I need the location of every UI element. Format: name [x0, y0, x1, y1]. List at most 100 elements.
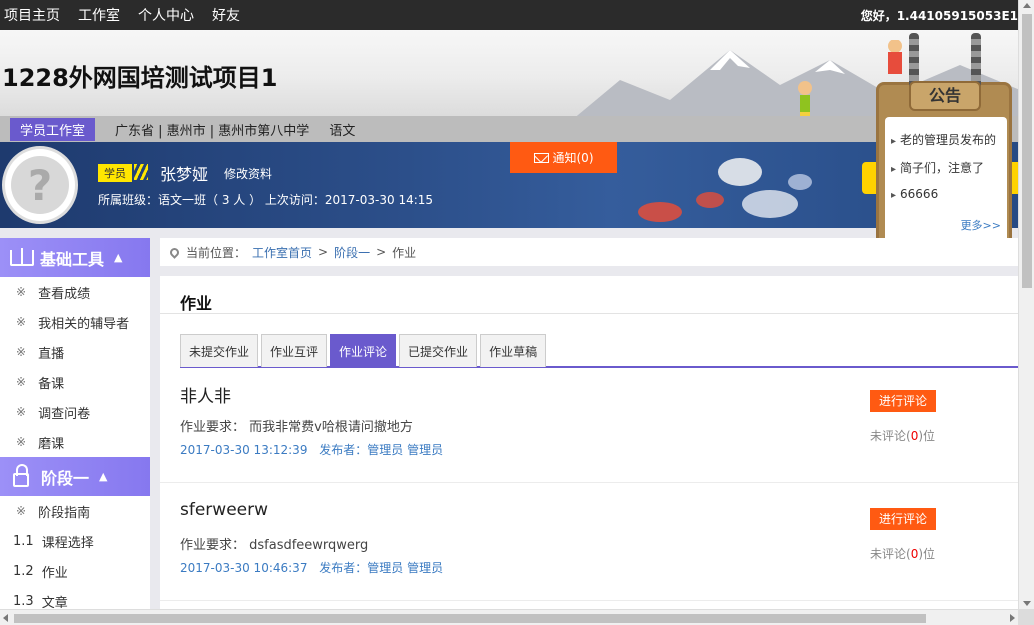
review-button[interactable]: 进行评论 — [870, 508, 937, 530]
question-mark-icon: ? — [11, 156, 69, 214]
scroll-right-arrow-icon[interactable] — [1010, 614, 1015, 622]
bullet-icon: ※ — [16, 345, 27, 359]
nav-personal-center[interactable]: 个人中心 — [138, 5, 194, 25]
item-number: 1.2 — [13, 563, 34, 579]
sidebar-item-label: 阶段指南 — [38, 505, 91, 521]
region-info: 广东省 | 惠州市 | 惠州市第八中学 — [115, 123, 310, 139]
homework-publisher: 发布者：管理员 管理员 — [319, 443, 444, 457]
nav-friends[interactable]: 好友 — [212, 5, 240, 25]
scroll-down-arrow-icon[interactable] — [1023, 601, 1031, 606]
sidebar-item-my-tutors[interactable]: ※ 我相关的辅导者 — [0, 307, 150, 337]
top-navigation: 项目主页 工作室 个人中心 好友 您好，1.44105915053E1 — [0, 0, 1018, 30]
unlock-icon — [13, 463, 29, 487]
sidebar-item-label: 直播 — [38, 346, 65, 362]
sidebar: 基础工具 ▲ ※ 查看成绩 ※ 我相关的辅导者 ※ 直播 ※ 备课 ※ 调查问卷 ※ 磨课 … — [0, 238, 150, 625]
sidebar-item-label: 作业 — [41, 565, 68, 581]
bullet-icon: ※ — [16, 285, 27, 299]
sidebar-group-basic-tools[interactable]: 基础工具 ▲ — [0, 238, 150, 277]
tab-drafts[interactable]: 作业草稿 — [480, 334, 547, 367]
nav-studio[interactable]: 工作室 — [78, 5, 120, 25]
homework-requirement: 作业要求： dsfasdfeewrqwerg — [180, 538, 369, 553]
breadcrumb-studio-home[interactable]: 工作室首页 — [252, 244, 312, 261]
vertical-scrollbar[interactable] — [1018, 0, 1034, 609]
announcement-item[interactable]: 简子们，注意了 — [891, 159, 984, 176]
breadcrumb: 当前位置： 工作室首页 > 阶段一 > 作业 — [160, 238, 1018, 266]
sidebar-item-label: 调查问卷 — [38, 406, 91, 422]
bullet-icon: ※ — [16, 315, 27, 329]
nav-project-home[interactable]: 项目主页 — [4, 5, 60, 25]
page-title: 作业 — [180, 294, 213, 313]
sidebar-item-label: 课程选择 — [41, 535, 94, 551]
announcement-title: 公告 — [909, 81, 981, 111]
scroll-up-arrow-icon[interactable] — [1023, 3, 1031, 8]
scrollbar-corner — [1018, 609, 1034, 625]
tab-peer-review[interactable]: 作业互评 — [261, 334, 328, 367]
tab-submitted[interactable]: 已提交作业 — [399, 334, 478, 367]
user-name: 张梦娅 — [160, 165, 209, 184]
uncommented-count: 未评论(0)位 — [870, 429, 936, 443]
sidebar-item-stage-guide[interactable]: ※ 阶段指南 — [0, 496, 150, 526]
homework-item: 非人非 作业要求： 而我非常费v哈根请问撤地方 2017-03-30 13:12… — [180, 382, 1018, 457]
homework-item: sferweerw 作业要求： dsfasdfeewrqwerg 2017-03… — [180, 500, 1018, 575]
sidebar-item-label: 我相关的辅导者 — [38, 316, 130, 332]
sidebar-item-lesson-polish[interactable]: ※ 磨课 — [0, 427, 150, 457]
scrollbar-thumb[interactable] — [14, 614, 926, 623]
breadcrumb-separator: > — [318, 245, 329, 259]
homework-date: 2017-03-30 13:12:39 — [180, 443, 308, 457]
scrollbar-thumb[interactable] — [1022, 14, 1032, 288]
sidebar-item-label: 查看成绩 — [38, 286, 91, 302]
edit-profile-link[interactable]: 修改资料 — [224, 165, 272, 182]
avatar[interactable]: ? — [2, 146, 78, 224]
item-number: 1.1 — [13, 533, 34, 549]
sidebar-group-stage-one[interactable]: 阶段一 ▲ — [0, 457, 150, 496]
user-greeting[interactable]: 您好，1.44105915053E1 — [861, 7, 1018, 24]
sidebar-item-survey[interactable]: ※ 调查问卷 — [0, 397, 150, 427]
sidebar-item-view-scores[interactable]: ※ 查看成绩 — [0, 277, 150, 307]
notification-button[interactable]: 通知(0) — [510, 142, 617, 173]
breadcrumb-current: 作业 — [392, 245, 417, 260]
homework-requirement: 作业要求： 而我非常费v哈根请问撤地方 — [180, 420, 413, 435]
announcement-item[interactable]: 66666 — [891, 187, 938, 201]
homework-publisher: 发布者：管理员 管理员 — [319, 561, 444, 575]
location-bar: 学员工作室 广东省 | 惠州市 | 惠州市第八中学 语文 — [0, 116, 1018, 142]
location-pin-icon — [168, 245, 181, 259]
caret-up-icon: ▲ — [99, 470, 108, 483]
class-info: 所属班级：语文一班（ 3 人 ） 上次访问：2017-03-30 14:15 — [98, 193, 434, 207]
divider — [160, 482, 1018, 483]
sidebar-item-homework[interactable]: 1.2 作业 — [0, 556, 150, 586]
sidebar-item-label: 磨课 — [38, 436, 65, 452]
tab-unsubmitted[interactable]: 未提交作业 — [180, 334, 259, 367]
site-header: 1228外网国培测试项目1 — [0, 30, 1018, 116]
subject-info: 语文 — [329, 123, 356, 139]
sidebar-item-label: 文章 — [41, 595, 68, 611]
sidebar-item-lesson-prep[interactable]: ※ 备课 — [0, 367, 150, 397]
item-number: 1.3 — [13, 593, 34, 609]
mail-icon — [533, 152, 549, 163]
breadcrumb-stage-one[interactable]: 阶段一 — [334, 244, 370, 261]
bullet-icon: ※ — [16, 375, 27, 389]
horizontal-scrollbar[interactable] — [0, 609, 1018, 625]
sidebar-item-course-selection[interactable]: 1.1 课程选择 — [0, 526, 150, 556]
flower-decoration-image — [638, 158, 812, 222]
role-badge: 学员 — [98, 164, 132, 182]
divider — [160, 600, 1018, 601]
homework-date: 2017-03-30 10:46:37 — [180, 561, 308, 575]
sidebar-item-live[interactable]: ※ 直播 — [0, 337, 150, 367]
breadcrumb-separator: > — [376, 245, 387, 259]
stripes-decoration — [134, 164, 148, 180]
notification-label: 通知(0) — [552, 151, 594, 165]
sidebar-item-label: 备课 — [38, 376, 65, 392]
announcement-item[interactable]: 老的管理员发布的 — [891, 131, 996, 148]
bullet-icon: ※ — [16, 504, 27, 518]
book-icon — [10, 247, 34, 266]
breadcrumb-prefix: 当前位置： — [186, 245, 247, 260]
tab-comments[interactable]: 作业评论 — [330, 334, 397, 367]
uncommented-count: 未评论(0)位 — [870, 547, 936, 561]
homework-meta: 2017-03-30 10:46:37 发布者：管理员 管理员 — [180, 559, 443, 576]
announcement-board: 公告 老的管理员发布的 简子们，注意了 66666 更多>> — [876, 33, 1012, 254]
homework-meta: 2017-03-30 13:12:39 发布者：管理员 管理员 — [180, 441, 443, 458]
review-button[interactable]: 进行评论 — [870, 390, 937, 412]
caret-up-icon: ▲ — [114, 251, 123, 264]
announcement-more-link[interactable]: 更多>> — [961, 217, 1001, 233]
scroll-left-arrow-icon[interactable] — [3, 614, 8, 622]
